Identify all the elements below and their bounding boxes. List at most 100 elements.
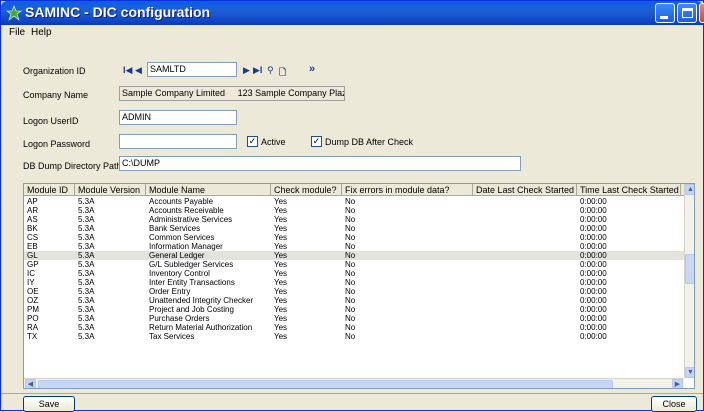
table-cell bbox=[473, 332, 577, 341]
table-row[interactable]: EB 5.3A Information Manager Yes No 0:00:00 bbox=[24, 242, 684, 251]
title-bar[interactable]: SAMINC - DIC configuration bbox=[1, 1, 704, 25]
dump-db-label: Dump DB After Check bbox=[325, 137, 414, 147]
previous-record-icon[interactable]: ◀ bbox=[135, 65, 142, 76]
table-cell: 5.3A bbox=[78, 305, 95, 314]
table-cell: Accounts Payable bbox=[149, 197, 214, 206]
maximize-icon bbox=[682, 8, 693, 18]
table-row[interactable]: CS 5.3A Common Services Yes No 0:00:00 bbox=[24, 233, 684, 242]
divider bbox=[1, 393, 703, 394]
table-cell: 0:00:00 bbox=[580, 233, 607, 242]
scroll-down-icon[interactable]: ▼ bbox=[685, 367, 694, 378]
column-header[interactable]: Module ID bbox=[24, 184, 75, 196]
logon-password-field[interactable] bbox=[119, 134, 237, 149]
dump-path-label: DB Dump Directory Path bbox=[23, 161, 122, 171]
minimize-button[interactable] bbox=[655, 3, 675, 23]
table-cell: AR bbox=[27, 206, 39, 215]
column-header[interactable]: Fix errors in module data? bbox=[342, 184, 473, 196]
window-close-button[interactable] bbox=[699, 3, 704, 23]
expand-icon[interactable]: » bbox=[309, 63, 315, 75]
logon-password-label: Logon Password bbox=[23, 139, 91, 149]
table-cell: No bbox=[345, 242, 356, 251]
table-cell: 5.3A bbox=[78, 215, 95, 224]
table-row[interactable]: BK 5.3A Bank Services Yes No 0:00:00 bbox=[24, 224, 684, 233]
table-cell: Yes bbox=[274, 224, 288, 233]
company-address-value: 123 Sample Company Plaza bbox=[237, 88, 345, 98]
table-row[interactable]: OZ 5.3A Unattended Integrity Checker Yes No 0… bbox=[24, 296, 684, 305]
table-cell: 0:00:00 bbox=[580, 278, 607, 287]
company-name-label: Company Name bbox=[23, 90, 89, 100]
column-header[interactable]: Check module? bbox=[271, 184, 342, 196]
scroll-right-icon[interactable]: ▶ bbox=[672, 379, 683, 388]
table-row[interactable]: IC 5.3A Inventory Control Yes No 0:00:00 bbox=[24, 269, 684, 278]
table-cell: Yes bbox=[274, 251, 288, 260]
close-button[interactable]: Close bbox=[651, 396, 697, 412]
table-cell: 5.3A bbox=[78, 314, 95, 323]
menu-help[interactable]: Help bbox=[31, 27, 52, 38]
table-row[interactable]: AP 5.3A Accounts Payable Yes No 0:00:00 bbox=[24, 197, 684, 206]
horizontal-scroll-thumb[interactable] bbox=[38, 380, 613, 388]
vertical-scrollbar[interactable]: ▲ ▼ bbox=[684, 184, 694, 378]
menu-file[interactable]: File bbox=[9, 27, 25, 38]
logon-user-field[interactable]: ADMIN bbox=[119, 110, 237, 125]
table-cell: 5.3A bbox=[78, 197, 95, 206]
table-cell: Inventory Control bbox=[149, 269, 210, 278]
table-row[interactable]: AR 5.3A Accounts Receivable Yes No 0:00:00 bbox=[24, 206, 684, 215]
table-cell: 0:00:00 bbox=[580, 197, 607, 206]
table-cell: Inter Entity Transactions bbox=[149, 278, 235, 287]
table-cell: Accounts Receivable bbox=[149, 206, 224, 215]
table-cell: Yes bbox=[274, 287, 288, 296]
table-cell: 0:00:00 bbox=[580, 269, 607, 278]
table-row[interactable]: PO 5.3A Purchase Orders Yes No 0:00:00 bbox=[24, 314, 684, 323]
last-record-icon[interactable]: ▶I bbox=[253, 65, 262, 76]
table-cell bbox=[473, 305, 577, 314]
table-row[interactable]: AS 5.3A Administrative Services Yes No 0:00:0… bbox=[24, 215, 684, 224]
active-checkbox[interactable]: ✓ bbox=[247, 136, 258, 147]
dump-path-field[interactable]: C:\DUMP bbox=[119, 156, 521, 171]
table-row[interactable]: GL 5.3A General Ledger Yes No 0:00:00 bbox=[24, 251, 684, 260]
table-cell: 5.3A bbox=[78, 287, 95, 296]
org-id-field[interactable]: SAMLTD bbox=[147, 62, 237, 77]
table-cell: 5.3A bbox=[78, 233, 95, 242]
table-row[interactable]: IY 5.3A Inter Entity Transactions Yes No 0:00… bbox=[24, 278, 684, 287]
org-id-label: Organization ID bbox=[23, 66, 86, 76]
table-row[interactable]: PM 5.3A Project and Job Costing Yes No 0:00:0… bbox=[24, 305, 684, 314]
table-row[interactable]: TX 5.3A Tax Services Yes No 0:00:00 bbox=[24, 332, 684, 341]
scroll-left-icon[interactable]: ◀ bbox=[25, 379, 36, 388]
sage-logo-icon bbox=[6, 5, 22, 21]
column-header[interactable]: Time Last Check Started bbox=[577, 184, 681, 196]
table-cell: Yes bbox=[274, 296, 288, 305]
table-cell: Yes bbox=[274, 332, 288, 341]
table-row[interactable]: GP 5.3A G/L Subledger Services Yes No 0:00:00 bbox=[24, 260, 684, 269]
table-cell: Purchase Orders bbox=[149, 314, 210, 323]
table-cell bbox=[473, 269, 577, 278]
search-icon[interactable]: ⚲ bbox=[267, 65, 274, 76]
column-header[interactable]: Date Last Check Started bbox=[473, 184, 577, 196]
window-title: SAMINC - DIC configuration bbox=[25, 4, 211, 20]
table-cell: Tax Services bbox=[149, 332, 195, 341]
new-record-icon[interactable]: 🗋 bbox=[279, 65, 286, 81]
table-cell: General Ledger bbox=[149, 251, 205, 260]
horizontal-scrollbar[interactable]: ◀ ▶ bbox=[24, 378, 684, 388]
module-table[interactable]: Module ID Module Version Module Name Check … bbox=[23, 183, 695, 389]
table-cell: 0:00:00 bbox=[580, 251, 607, 260]
table-cell: 0:00:00 bbox=[580, 215, 607, 224]
table-row[interactable]: RA 5.3A Return Material Authorization Yes No… bbox=[24, 323, 684, 332]
vertical-scroll-thumb[interactable] bbox=[685, 254, 694, 284]
table-cell: EB bbox=[27, 242, 38, 251]
table-row[interactable]: OE 5.3A Order Entry Yes No 0:00:00 bbox=[24, 287, 684, 296]
table-cell bbox=[473, 314, 577, 323]
table-cell: No bbox=[345, 323, 356, 332]
maximize-button[interactable] bbox=[677, 3, 697, 23]
dump-db-checkbox[interactable]: ✓ bbox=[311, 136, 322, 147]
scroll-up-icon[interactable]: ▲ bbox=[685, 184, 694, 195]
table-cell: GL bbox=[27, 251, 38, 260]
save-button[interactable]: Save bbox=[23, 396, 75, 412]
column-header[interactable]: Module Name bbox=[146, 184, 271, 196]
table-cell: AS bbox=[27, 215, 38, 224]
table-cell: Yes bbox=[274, 323, 288, 332]
table-cell bbox=[473, 215, 577, 224]
table-cell: Yes bbox=[274, 269, 288, 278]
first-record-icon[interactable]: I◀ bbox=[123, 65, 132, 76]
column-header[interactable]: Module Version bbox=[75, 184, 146, 196]
next-record-icon[interactable]: ▶ bbox=[243, 65, 250, 76]
